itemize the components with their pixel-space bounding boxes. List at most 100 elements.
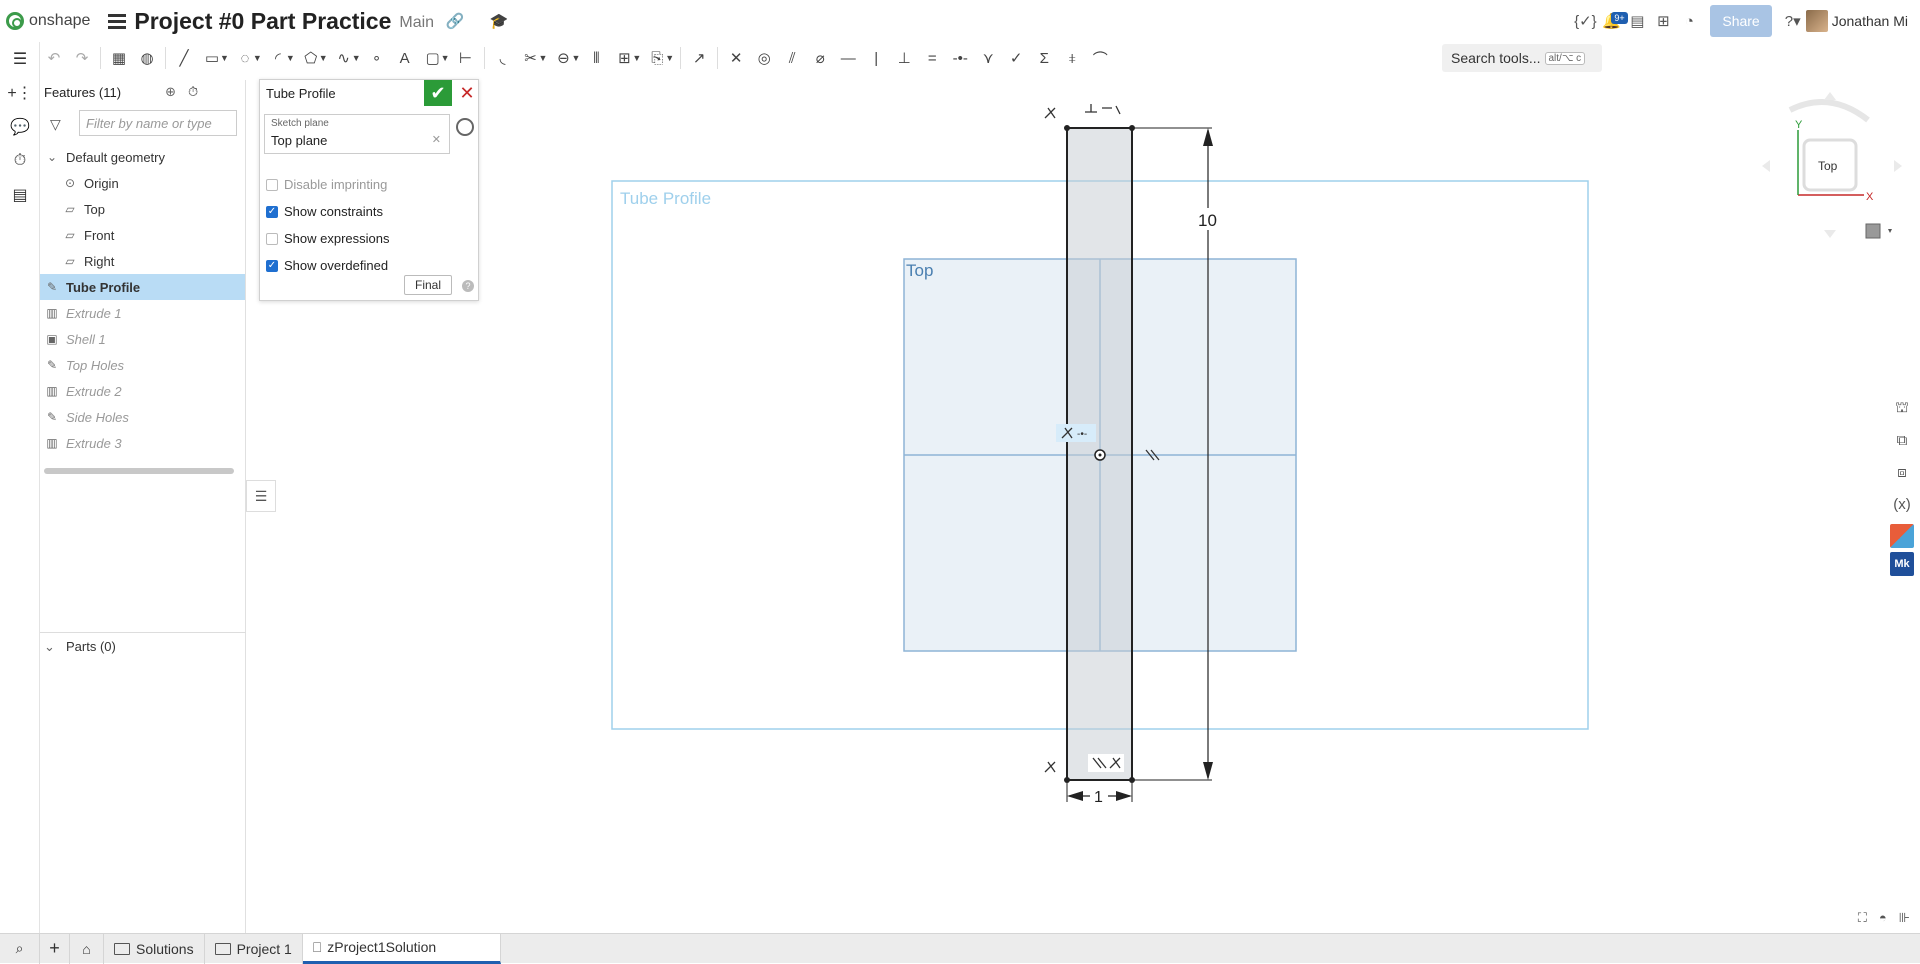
equal-icon[interactable]: = bbox=[918, 44, 946, 72]
perpendicular-icon[interactable]: ⊥ bbox=[890, 44, 918, 72]
document-list-icon[interactable]: ▤ bbox=[1624, 8, 1650, 34]
app-plugin-icon[interactable] bbox=[1890, 524, 1914, 548]
point-icon[interactable]: ∘ bbox=[363, 44, 391, 72]
tree-item-default-geometry[interactable]: ⌄ Default geometry bbox=[40, 144, 245, 170]
graphics-canvas[interactable]: Tube Profile Top 10 1 -•- bbox=[246, 74, 1886, 930]
extrude-icon: ▥ bbox=[46, 306, 58, 320]
app-store-icon[interactable]: ⊞ bbox=[1650, 8, 1676, 34]
vertical-icon[interactable]: | bbox=[862, 44, 890, 72]
learning-center-icon[interactable]: ◔ bbox=[1676, 8, 1702, 34]
concentric-icon[interactable]: ◎ bbox=[750, 44, 778, 72]
text-icon[interactable]: A bbox=[391, 44, 419, 72]
variables-icon[interactable]: {✓} bbox=[1572, 8, 1598, 34]
tree-item-shell-1[interactable]: ▣ Shell 1 bbox=[40, 326, 245, 352]
chevron-down-icon[interactable]: ⌄ bbox=[44, 639, 60, 655]
redo-icon[interactable]: ↷ bbox=[68, 44, 96, 72]
view-cube[interactable]: Top X Y bbox=[1760, 90, 1910, 250]
link-icon[interactable]: 🔗 bbox=[442, 8, 468, 34]
width-dimension-value: 1 bbox=[1094, 789, 1103, 806]
search-tools-input[interactable]: Search tools... alt/⌥ c bbox=[1442, 44, 1602, 72]
feature-tree-scrollbar[interactable] bbox=[44, 468, 234, 474]
transform-icon[interactable]: ↗ bbox=[685, 44, 713, 72]
parts-header[interactable]: ⌄ Parts (0) bbox=[40, 632, 246, 660]
fix-icon[interactable]: ⧧ bbox=[1058, 44, 1086, 72]
coincident-icon[interactable]: ✕ bbox=[722, 44, 750, 72]
sketch-pencil-icon: ✎ bbox=[46, 358, 58, 372]
sketch-alt-icon[interactable]: ◍ bbox=[133, 44, 161, 72]
section-view-icon[interactable]: ⛶ bbox=[1858, 910, 1867, 926]
midpoint-constraint-badge bbox=[1056, 424, 1096, 442]
tree-item-origin[interactable]: ⊙ Origin bbox=[40, 170, 245, 196]
bom-icon[interactable]: ▤ bbox=[0, 178, 40, 212]
bottom-tab-bar: ⌕ + ⌂ Solutions Project 1 ⎕ zProject1Solu… bbox=[0, 933, 1920, 964]
tree-item-label: Extrude 1 bbox=[66, 305, 122, 321]
symmetric-icon[interactable]: Σ bbox=[1030, 44, 1058, 72]
horizontal-icon[interactable]: — bbox=[834, 44, 862, 72]
tree-item-label: Origin bbox=[84, 175, 119, 191]
sketch-list-icon[interactable]: ▦ bbox=[105, 44, 133, 72]
feature-tree: ⌄ Default geometry ⊙ Origin ▱ Top ▱ Front ▱ R… bbox=[40, 144, 245, 456]
plane-icon: ▱ bbox=[65, 254, 75, 268]
measure-icon[interactable]: ◓ bbox=[1879, 910, 1887, 926]
history-icon[interactable]: ⏱ bbox=[0, 144, 40, 178]
branch-name[interactable]: Main bbox=[399, 14, 434, 32]
help-icon[interactable]: ?▾ bbox=[1780, 8, 1806, 34]
user-name[interactable]: Jonathan Mi bbox=[1832, 13, 1908, 29]
fillet-icon[interactable]: ◟ bbox=[489, 44, 517, 72]
dimension-icon[interactable]: ⊢ bbox=[452, 44, 480, 72]
bottom-right-controls: ⛶ ◓ ⊪ bbox=[1858, 910, 1910, 926]
named-views-icon[interactable]: ⊪ bbox=[1899, 910, 1910, 926]
tree-item-label: Shell 1 bbox=[66, 331, 106, 347]
notifications-bell-icon[interactable]: 🔔9+ bbox=[1598, 8, 1628, 34]
feature-list-icon[interactable]: ☰ bbox=[0, 42, 40, 76]
tree-item-extrude-3[interactable]: ▥ Extrude 3 bbox=[40, 430, 245, 456]
appearance-panel-icon[interactable]: ⛫ bbox=[1884, 392, 1920, 424]
mass-properties-icon[interactable]: ⧉ bbox=[1884, 424, 1920, 456]
axis-y-label: Y bbox=[1795, 119, 1803, 131]
tree-item-top[interactable]: ▱ Top bbox=[40, 196, 245, 222]
tab-project-1[interactable]: Project 1 bbox=[205, 933, 303, 964]
tree-item-extrude-1[interactable]: ▥ Extrude 1 bbox=[40, 300, 245, 326]
avatar[interactable] bbox=[1805, 10, 1828, 32]
shell-icon: ▣ bbox=[46, 332, 58, 346]
chevron-down-icon[interactable]: ⌄ bbox=[44, 150, 60, 164]
line-icon[interactable]: ╱ bbox=[170, 44, 198, 72]
tree-item-front[interactable]: ▱ Front bbox=[40, 222, 245, 248]
share-button[interactable]: Share bbox=[1710, 5, 1772, 37]
curvature-icon[interactable]: ⌒ bbox=[1086, 44, 1114, 72]
left-rail: ☰ +⋮ 💬 ⏱ ▤ bbox=[0, 42, 40, 937]
rollback-timer-icon[interactable]: ⏱ bbox=[188, 84, 198, 100]
add-tab-button[interactable]: + bbox=[40, 933, 70, 964]
tree-item-side-holes[interactable]: ✎ Side Holes bbox=[40, 404, 245, 430]
sketch-pencil-icon: ✎ bbox=[46, 410, 58, 424]
comments-icon[interactable]: 💬 bbox=[0, 110, 40, 144]
pierce-icon[interactable]: ✓ bbox=[1002, 44, 1030, 72]
add-feature-icon[interactable]: +⋮ bbox=[0, 76, 40, 110]
variables-panel-icon[interactable]: (x) bbox=[1884, 488, 1920, 520]
normal-icon[interactable]: ⋎ bbox=[974, 44, 1002, 72]
onshape-logo[interactable]: onshape bbox=[6, 12, 90, 30]
midpoint-icon[interactable]: -•- bbox=[946, 44, 974, 72]
filter-icon[interactable]: ▽ bbox=[50, 116, 61, 133]
tree-item-extrude-2[interactable]: ▥ Extrude 2 bbox=[40, 378, 245, 404]
parallel-icon[interactable]: ⫽ bbox=[778, 44, 806, 72]
mirror-icon[interactable]: ⫴ bbox=[582, 44, 610, 72]
tab-solutions[interactable]: Solutions bbox=[104, 933, 205, 964]
undo-icon[interactable]: ↶ bbox=[40, 44, 68, 72]
tab-zproject1solution[interactable]: ⎕ zProject1Solution bbox=[302, 933, 501, 964]
document-title[interactable]: Project #0 Part Practice bbox=[134, 8, 391, 35]
tree-item-top-holes[interactable]: ✎ Top Holes bbox=[40, 352, 245, 378]
learning-cap-icon[interactable]: 🎓 bbox=[486, 8, 512, 34]
add-folder-icon[interactable]: ⊕ bbox=[165, 84, 176, 100]
mk-plugin-icon[interactable]: Mk bbox=[1890, 552, 1914, 576]
view-mode-cube-icon bbox=[1865, 223, 1881, 239]
tangent-icon[interactable]: ⌀ bbox=[806, 44, 834, 72]
hamburger-menu-icon[interactable] bbox=[108, 11, 127, 32]
feature-filter-input[interactable]: Filter by name or type bbox=[79, 110, 237, 136]
home-icon[interactable]: ⌂ bbox=[70, 933, 104, 964]
configurations-icon[interactable]: ⧈ bbox=[1884, 456, 1920, 488]
tree-item-tube-profile[interactable]: ✎ Tube Profile bbox=[40, 274, 245, 300]
search-tabs-icon[interactable]: ⌕ bbox=[0, 933, 40, 964]
tree-item-right[interactable]: ▱ Right bbox=[40, 248, 245, 274]
tree-item-label: Extrude 3 bbox=[66, 435, 122, 451]
